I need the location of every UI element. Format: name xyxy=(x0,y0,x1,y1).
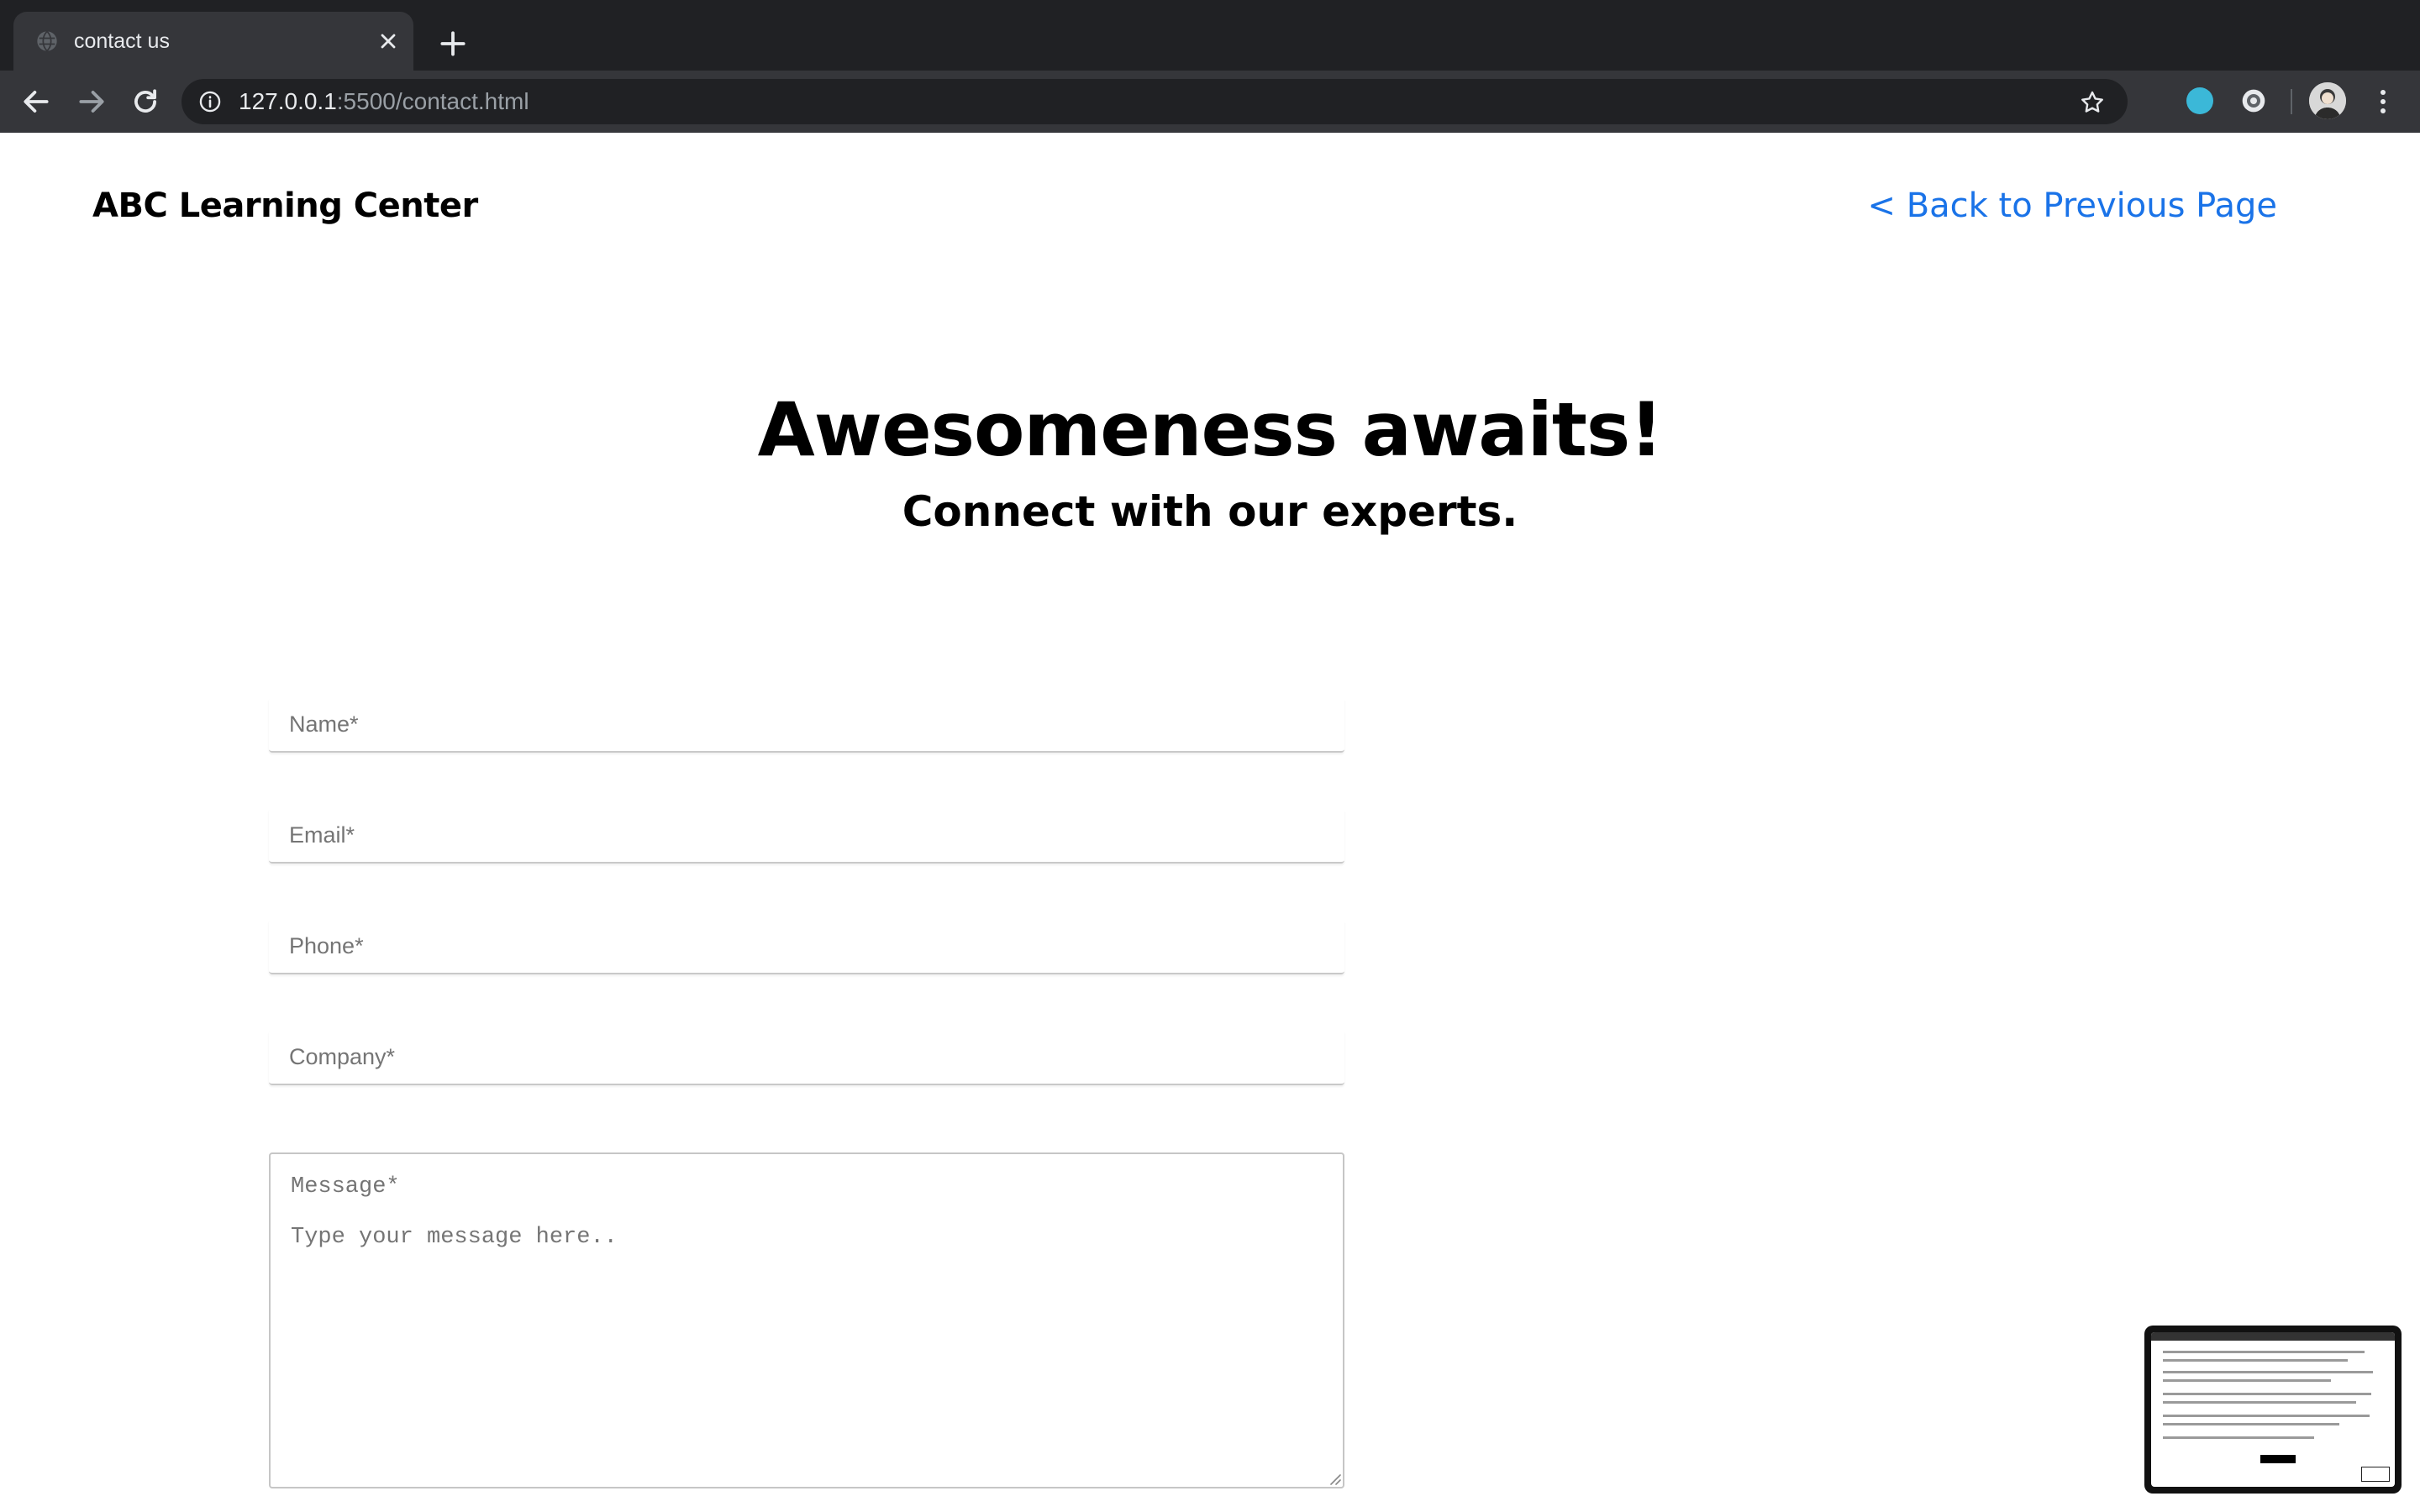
browser-toolbar: 127.0.0.1:5500/contact.html xyxy=(0,71,2420,133)
brand-logo[interactable]: ABC Learning Center xyxy=(92,186,478,225)
avatar-icon xyxy=(2309,82,2346,119)
browser-tab[interactable]: contact us xyxy=(13,12,413,71)
thumbnail-toolbar xyxy=(2151,1332,2395,1341)
thumbnail-line xyxy=(2163,1351,2365,1353)
message-box: Message* xyxy=(269,1152,1344,1488)
resize-grip-icon[interactable] xyxy=(1326,1470,1341,1485)
info-icon[interactable] xyxy=(198,90,222,113)
plus-icon[interactable] xyxy=(437,28,469,60)
reload-icon[interactable] xyxy=(129,86,161,118)
url-host: 127.0.0.1 xyxy=(239,88,337,114)
forward-arrow-icon[interactable] xyxy=(76,86,108,118)
star-icon[interactable] xyxy=(2079,89,2106,116)
phone-input[interactable] xyxy=(269,919,1344,974)
back-arrow-icon[interactable] xyxy=(20,86,52,118)
browser-tabstrip: contact us xyxy=(0,0,2420,71)
page-subtitle: Connect with our experts. xyxy=(902,487,1518,536)
page-title: Awesomeness awaits! xyxy=(757,386,1664,473)
globe-icon xyxy=(37,30,57,52)
thumbnail-button xyxy=(2260,1455,2296,1463)
address-bar[interactable]: 127.0.0.1:5500/contact.html xyxy=(182,79,2128,124)
thumbnail-line xyxy=(2163,1436,2314,1439)
toolbar-divider xyxy=(2291,89,2292,114)
thumbnail-line xyxy=(2163,1359,2348,1362)
url-path: :5500/contact.html xyxy=(336,88,529,114)
extension-icon[interactable] xyxy=(2186,87,2213,114)
thumbnail-line xyxy=(2163,1393,2371,1395)
message-label: Message* xyxy=(291,1174,400,1200)
screenshot-thumbnail[interactable] xyxy=(2144,1326,2402,1494)
thumbnail-line xyxy=(2163,1423,2339,1425)
email-input[interactable] xyxy=(269,808,1344,864)
thumbnail-line xyxy=(2163,1401,2356,1404)
thumbnail-preview xyxy=(2151,1332,2395,1487)
tab-title: contact us xyxy=(74,29,170,53)
message-textarea[interactable] xyxy=(271,1205,1343,1487)
profile-avatar[interactable] xyxy=(2309,82,2346,119)
url-text: 127.0.0.1:5500/contact.html xyxy=(239,87,529,117)
more-vert-icon[interactable] xyxy=(2373,86,2393,118)
close-icon[interactable] xyxy=(376,29,400,53)
extension-icon[interactable] xyxy=(2240,87,2267,114)
name-input[interactable] xyxy=(269,697,1344,753)
company-input[interactable] xyxy=(269,1030,1344,1085)
thumbnail-line xyxy=(2163,1379,2331,1382)
back-link[interactable]: < Back to Previous Page xyxy=(1867,186,2277,225)
thumbnail-line xyxy=(2163,1415,2370,1417)
thumbnail-mini-preview xyxy=(2361,1467,2390,1482)
thumbnail-line xyxy=(2163,1371,2373,1373)
